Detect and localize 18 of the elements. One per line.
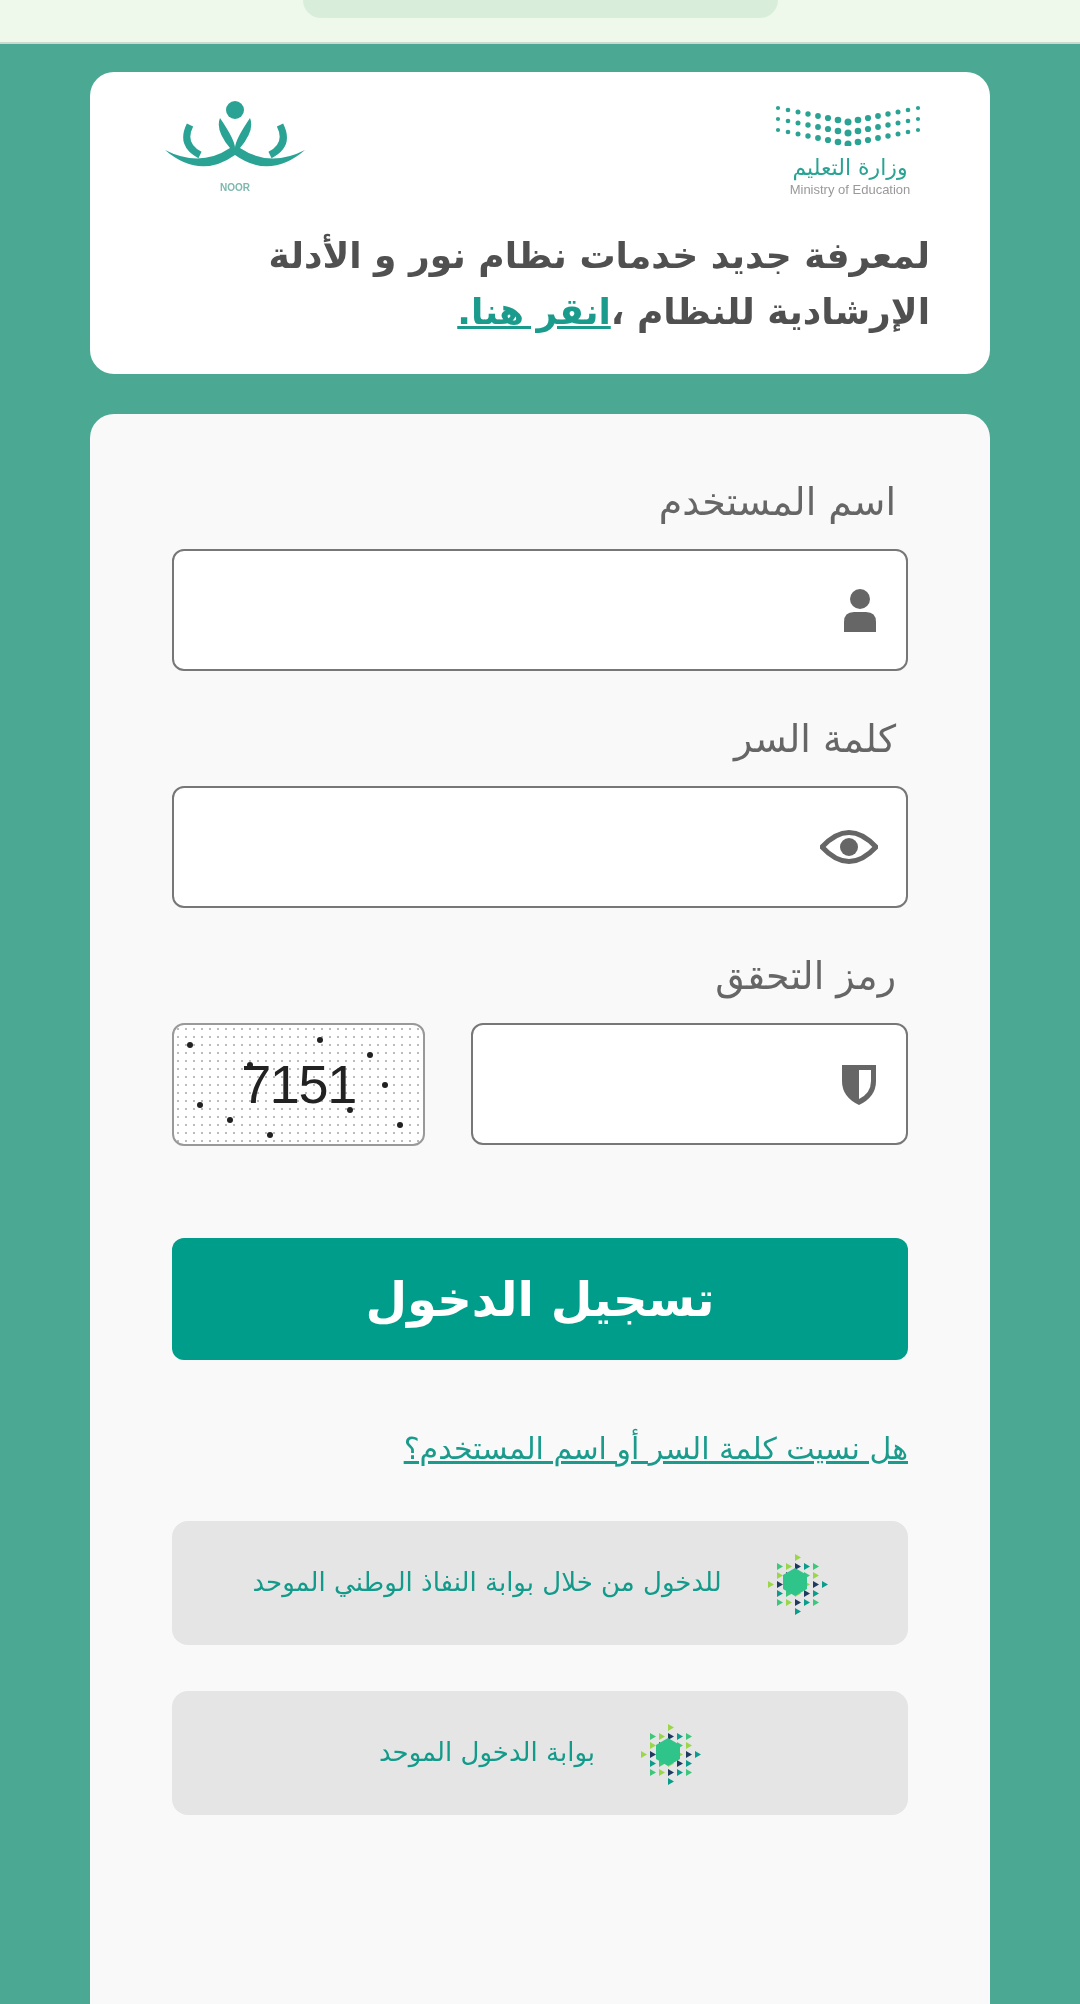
notice-text: لمعرفة جديد خدمات نظام نور و الأدلة الإرشادية للنظام ،انقر هنا. — [267, 232, 930, 335]
field-label: كلمة السر — [731, 715, 897, 764]
noor-caption: NOOR — [220, 181, 250, 195]
field-label: رمز التحقق — [714, 952, 897, 1001]
eye-icon[interactable] — [820, 827, 878, 866]
click-here-link[interactable]: انقر هنا. — [457, 290, 611, 332]
user-icon — [842, 587, 878, 632]
login-button[interactable]: تسجيل الدخول — [172, 1237, 908, 1360]
forgot-password-link[interactable]: هل نسيت كلمة السر أو اسم المستخدم؟ — [403, 1425, 908, 1471]
sso-login-button[interactable]: للدخول من خلال بوابة النفاذ الوطني الموحد — [172, 1520, 908, 1645]
ministry-name: وزارة التعليم — [792, 154, 908, 182]
ministry-name-english: Ministry of Education — [789, 181, 911, 198]
sso-login-button[interactable]: بوابة الدخول الموحد — [172, 1690, 908, 1815]
input-field[interactable] — [172, 785, 908, 908]
captcha-code: 7151 — [241, 1052, 356, 1116]
input-field[interactable] — [471, 1022, 908, 1145]
field-label: اسم المستخدم — [657, 478, 897, 526]
input-field[interactable] — [172, 548, 908, 671]
